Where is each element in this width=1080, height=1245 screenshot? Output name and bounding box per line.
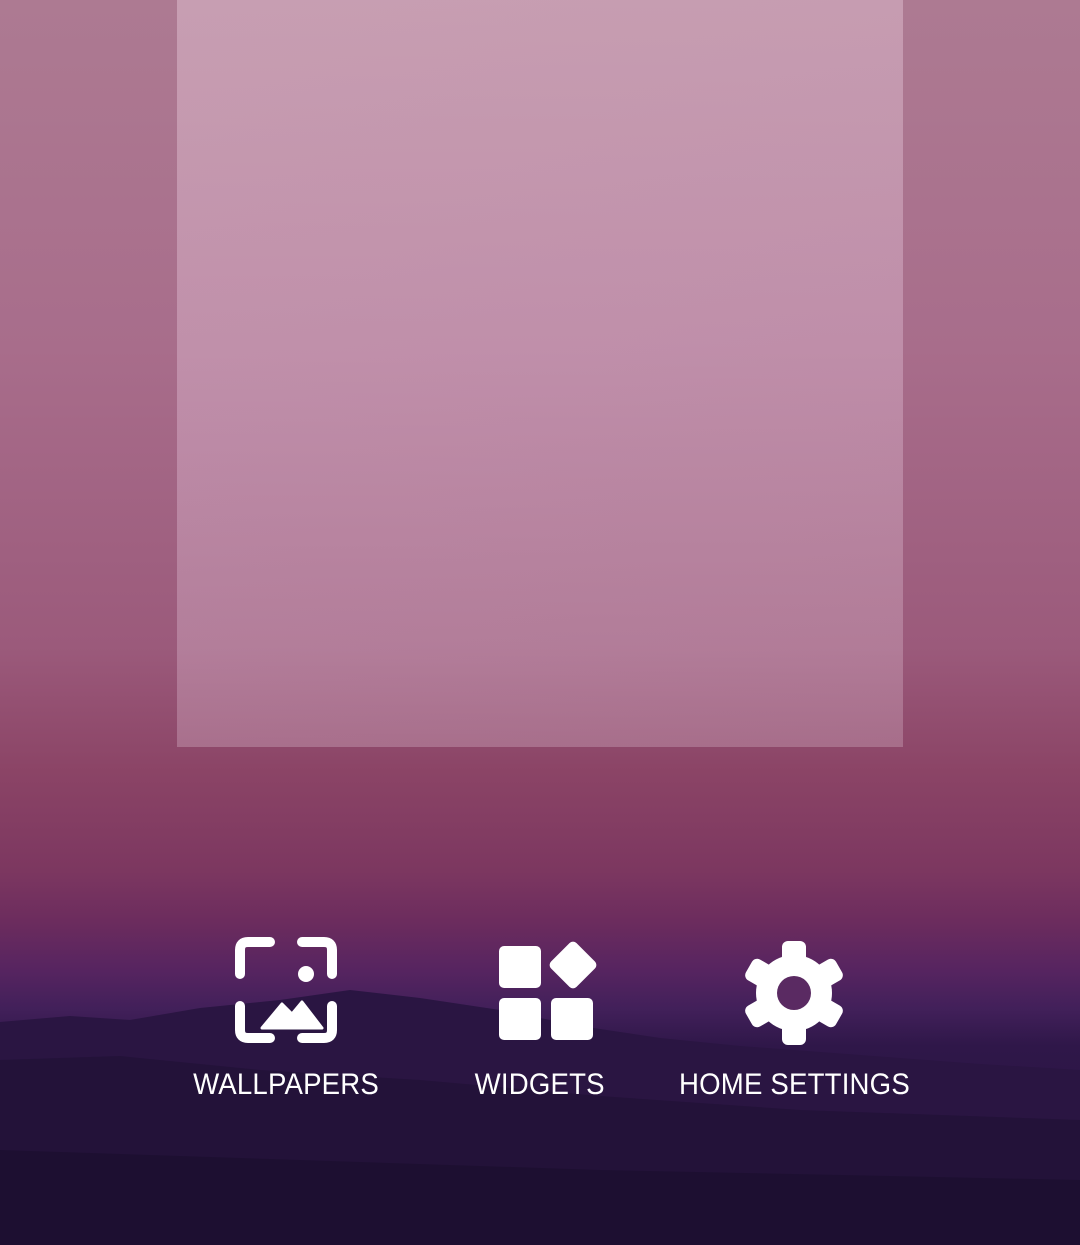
wallpapers-button[interactable]: WALLPAPERS — [159, 930, 413, 1120]
widgets-label: WIDGETS — [474, 1068, 606, 1101]
home-edit-options: WALLPAPERS WIDGETS HOME SETTINGS — [0, 930, 1080, 1130]
gear-icon — [745, 941, 843, 1045]
home-settings-button[interactable]: HOME SETTINGS — [667, 930, 921, 1120]
wallpapers-icon — [235, 937, 337, 1043]
wallpapers-label: WALLPAPERS — [193, 1068, 379, 1101]
widgets-button[interactable]: WIDGETS — [413, 930, 667, 1120]
home-page-preview[interactable] — [177, 0, 903, 747]
home-settings-label: HOME SETTINGS — [678, 1068, 910, 1101]
widgets-icon — [499, 941, 597, 1040]
